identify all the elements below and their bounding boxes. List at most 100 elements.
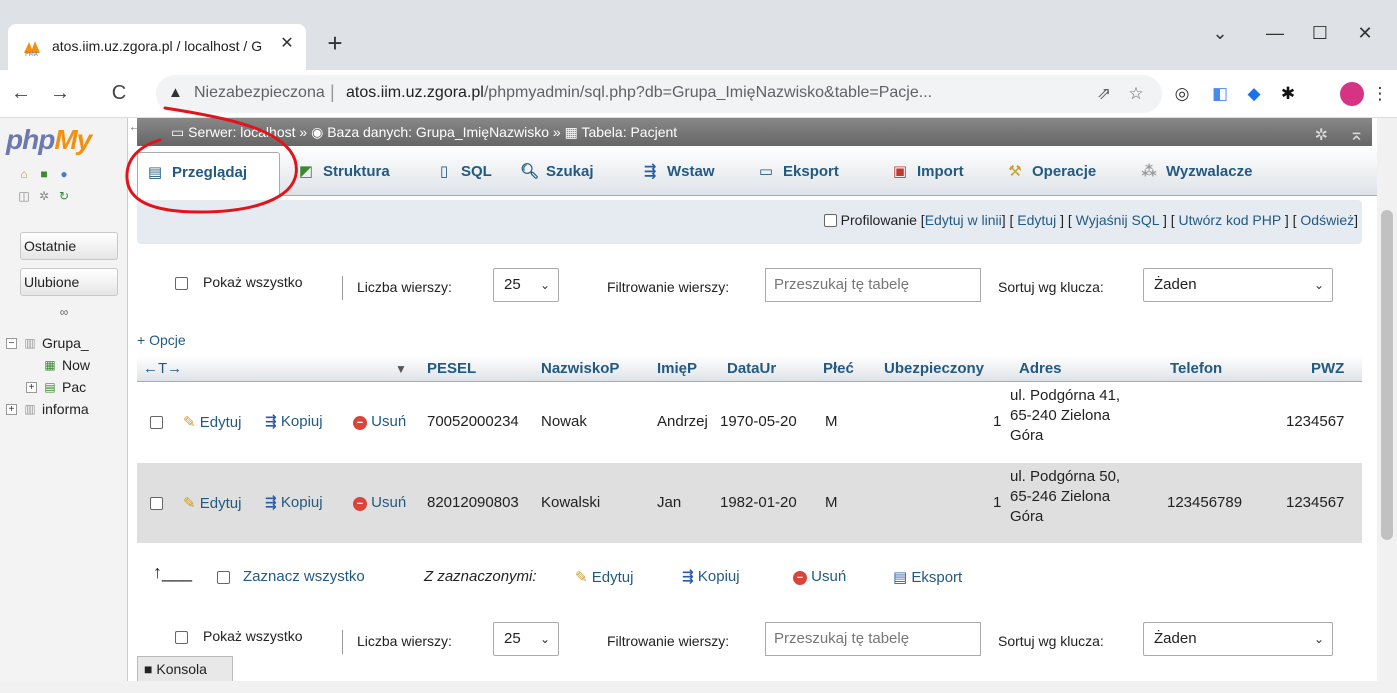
cell-ubezpieczony[interactable]: 1 (993, 494, 1001, 511)
link-refresh[interactable]: Odśwież (1300, 212, 1354, 228)
help-icon[interactable]: ● (56, 166, 72, 182)
extensions-puzzle-icon[interactable]: ✱ (1276, 82, 1300, 106)
docs-icon[interactable]: ◫ (16, 188, 32, 204)
bookmark-star-icon[interactable]: ☆ (1126, 84, 1146, 104)
cell-adres[interactable]: ul. Podgórna 50, 65-246 Zielona Góra (1010, 467, 1120, 527)
breadcrumb-server[interactable]: Serwer: localhost (188, 124, 295, 140)
col-imie[interactable]: ImięP (657, 360, 697, 377)
minimize-button[interactable]: — (1255, 18, 1295, 48)
collapse-db-icon[interactable]: − (6, 338, 17, 349)
cell-adres[interactable]: ul. Podgórna 41, 65-240 Zielona Góra (1010, 386, 1120, 446)
scroll-top-icon[interactable]: ⌅ (1349, 120, 1364, 148)
row-checkbox[interactable] (150, 497, 163, 510)
tab-operations[interactable]: ⚒ Operacje (998, 152, 1128, 196)
check-all-label[interactable]: Zaznacz wszystko (243, 568, 365, 585)
check-all-checkbox[interactable] (217, 571, 230, 584)
bulk-copy-button[interactable]: ⇶ Kopiuj (682, 568, 740, 585)
cell-ubezpieczony[interactable]: 1 (993, 413, 1001, 430)
cell-pwz[interactable]: 1234567 (1286, 413, 1344, 430)
cell-nazwisko[interactable]: Kowalski (541, 494, 600, 511)
col-telefon[interactable]: Telefon (1170, 360, 1222, 377)
tree-db-information[interactable]: informa (42, 401, 89, 417)
back-button[interactable]: ← (6, 78, 36, 108)
col-nazwisko[interactable]: NazwiskoP (541, 360, 619, 377)
profile-avatar[interactable] (1340, 82, 1364, 106)
reload-nav-icon[interactable]: ↻ (56, 188, 72, 204)
link-explain-sql[interactable]: Wyjaśnij SQL (1076, 212, 1159, 228)
cell-pesel[interactable]: 70052000234 (427, 413, 519, 430)
breadcrumb-table[interactable]: Tabela: Pacjent (581, 124, 677, 140)
bulk-edit-button[interactable]: ✎ Edytuj (575, 568, 633, 586)
tab-export[interactable]: ▭ Eksport (749, 152, 879, 196)
bulk-export-button[interactable]: ▤ Eksport (893, 568, 962, 586)
tab-search-icon[interactable]: ⌄ (1200, 18, 1240, 48)
tab-search[interactable]: 🔍︎ Szukaj (512, 152, 630, 196)
new-tab-button[interactable]: + (320, 29, 350, 59)
cell-plec[interactable]: M (825, 413, 838, 430)
tab-browse[interactable]: ▤ Przeglądaj (137, 152, 280, 196)
forward-button[interactable]: → (45, 78, 75, 108)
share-icon[interactable]: ⇗ (1094, 84, 1114, 104)
profiling-checkbox[interactable] (823, 214, 837, 227)
tree-db-grupa[interactable]: Grupa_ (42, 335, 89, 351)
sort-select[interactable]: Żaden ⌄ (1143, 268, 1333, 302)
tree-table-pacjent[interactable]: Pac (62, 379, 86, 395)
recent-tables-button[interactable]: Ostatnie (20, 232, 118, 260)
tab-import[interactable]: ▣ Import (883, 152, 994, 196)
tree-new-table[interactable]: Now (62, 357, 90, 373)
expand-table-icon[interactable]: + (26, 382, 37, 393)
col-adres[interactable]: Adres (1019, 360, 1062, 377)
bulk-delete-button[interactable]: − Usuń (793, 568, 846, 585)
tab-sql[interactable]: ▯ SQL (427, 152, 510, 196)
link-inline-edit[interactable]: Edytuj w linii (925, 212, 1002, 228)
row-delete-link[interactable]: − Usuń (353, 413, 406, 430)
show-all-checkbox[interactable] (175, 277, 188, 290)
link-icon[interactable]: ∞ (56, 304, 72, 320)
settings-icon[interactable]: ✲ (36, 188, 52, 204)
reload-button[interactable]: C (104, 78, 134, 108)
row-delete-link[interactable]: − Usuń (353, 494, 406, 511)
row-edit-link[interactable]: ✎ Edytuj (183, 494, 241, 512)
url-text[interactable]: atos.iim.uz.zgora.pl/phpmyadmin/sql.php?… (346, 84, 1070, 102)
console-toggle[interactable]: ■ Konsola (137, 656, 233, 681)
security-label[interactable]: Niezabezpieczona (194, 84, 325, 102)
col-pesel[interactable]: PESEL (427, 360, 476, 377)
row-copy-link[interactable]: ⇶ Kopiuj (265, 494, 323, 511)
vertical-scrollbar-thumb[interactable] (1381, 210, 1393, 540)
browser-tab[interactable]: PMA atos.iim.uz.zgora.pl / localhost / G… (8, 24, 306, 70)
cell-telefon[interactable]: 123456789 (1167, 494, 1242, 511)
cell-nazwisko[interactable]: Nowak (541, 413, 587, 430)
new-table-icon[interactable]: ▦ (42, 357, 58, 373)
link-edit[interactable]: Edytuj (1017, 212, 1056, 228)
favorite-tables-button[interactable]: Ulubione (20, 268, 118, 296)
rows-select[interactable]: 25 ⌄ (493, 622, 559, 656)
sort-select[interactable]: Żaden ⌄ (1143, 622, 1333, 656)
breadcrumb-database[interactable]: Baza danych: Grupa_ImięNazwisko (327, 124, 549, 140)
expand-db-icon[interactable]: + (6, 404, 17, 415)
col-dataur[interactable]: DataUr (727, 360, 776, 377)
cell-pesel[interactable]: 82012090803 (427, 494, 519, 511)
row-edit-link[interactable]: ✎ Edytuj (183, 413, 241, 431)
rows-select[interactable]: 25 ⌄ (493, 268, 559, 302)
sort-dropdown-icon[interactable]: ▼ (395, 362, 407, 376)
close-window-button[interactable]: ✕ (1345, 18, 1385, 48)
horizontal-scrollbar[interactable] (0, 681, 1397, 693)
cell-dataur[interactable]: 1970-05-20 (720, 413, 797, 430)
cell-imie[interactable]: Jan (657, 494, 681, 511)
translate-extension-icon[interactable]: ◧ (1208, 82, 1232, 106)
col-ubezpieczony[interactable]: Ubezpieczony (884, 360, 984, 377)
cell-pwz[interactable]: 1234567 (1286, 494, 1344, 511)
cell-imie[interactable]: Andrzej (657, 413, 708, 430)
link-create-php[interactable]: Utwórz kod PHP (1179, 212, 1281, 228)
row-copy-link[interactable]: ⇶ Kopiuj (265, 413, 323, 430)
close-tab-icon[interactable]: ✕ (276, 33, 298, 55)
column-resize-handle[interactable]: ←T→ (143, 360, 182, 377)
show-all-checkbox[interactable] (175, 631, 188, 644)
logout-icon[interactable]: ■ (36, 166, 52, 182)
address-bar[interactable]: ▲ Niezabezpieczona | atos.iim.uz.zgora.p… (156, 75, 1162, 113)
phpmyadmin-logo[interactable]: phpMy (6, 124, 92, 156)
home-icon[interactable]: ⌂ (16, 166, 32, 182)
filter-input[interactable]: Przeszukaj tę tabelę (765, 268, 981, 302)
cell-plec[interactable]: M (825, 494, 838, 511)
warning-icon[interactable]: ▲ (168, 84, 186, 102)
